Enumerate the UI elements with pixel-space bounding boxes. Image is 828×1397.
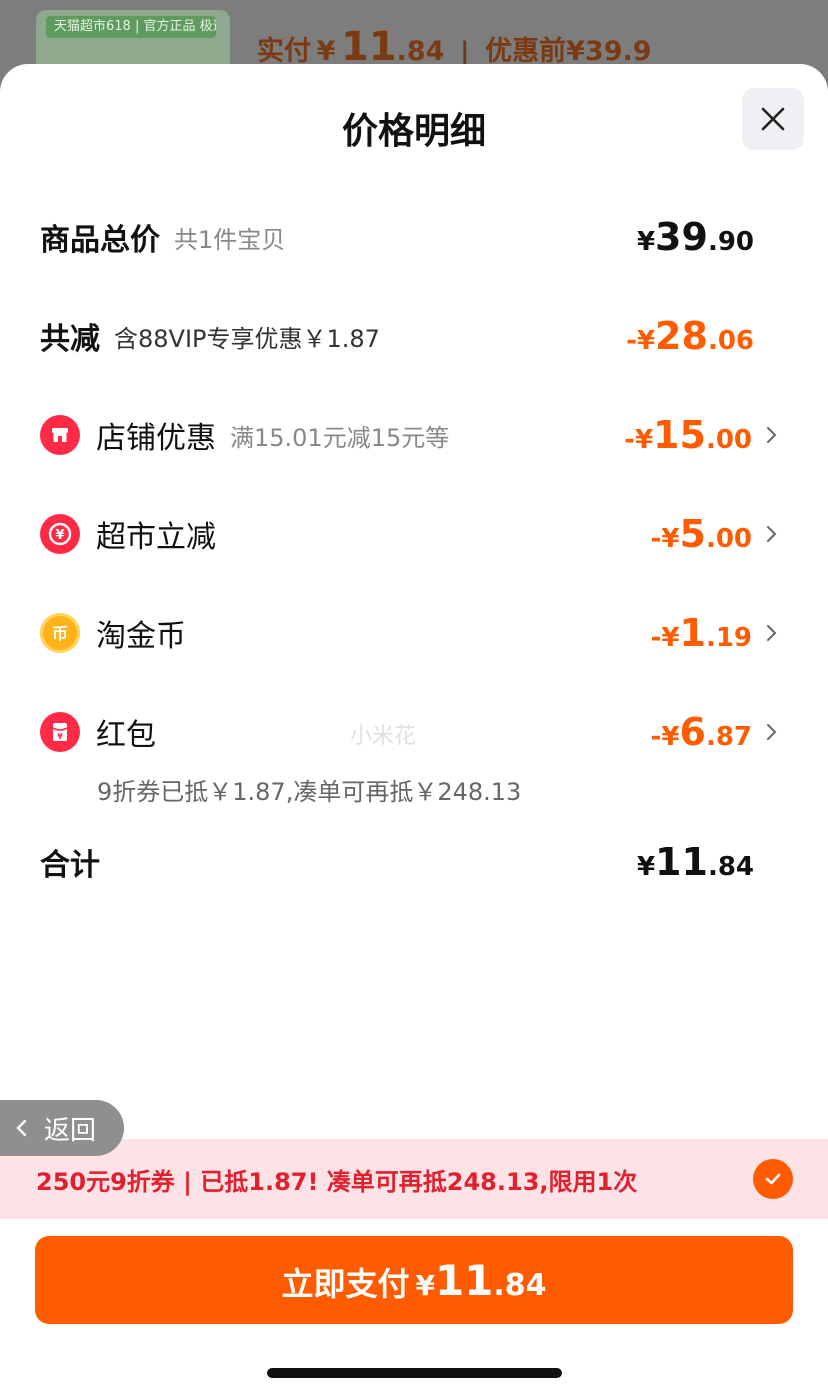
red-packet-label: 红包	[96, 718, 156, 753]
currency: ¥	[636, 227, 656, 257]
pay-int: 11	[434, 1256, 494, 1305]
currency: -¥	[626, 326, 656, 356]
currency: -¥	[650, 722, 680, 752]
coupon-checkbox[interactable]	[753, 1159, 793, 1199]
taojinbi-amount: -¥ 1.19	[651, 611, 752, 655]
store-icon	[40, 415, 80, 455]
coin-glyph: 币	[52, 624, 68, 643]
store-discount-label: 店铺优惠	[96, 421, 216, 456]
sheet-title: 价格明细	[341, 111, 486, 152]
original-price: 优惠前¥39.9	[485, 36, 652, 67]
store-discount-amount: -¥ 15.00	[624, 413, 752, 457]
price-separator: |	[460, 37, 470, 67]
supermarket-discount-label: 超市立减	[96, 520, 216, 555]
total-discount-label: 共减	[40, 322, 100, 357]
amount-dec: .00	[705, 524, 752, 554]
close-button[interactable]	[742, 88, 804, 150]
amount-int: 11	[655, 840, 708, 884]
red-packet-icon: ¥	[40, 712, 80, 752]
amount-int: 28	[655, 314, 708, 358]
vip-discount-note: 含88VIP专享优惠￥1.87	[114, 324, 380, 353]
home-indicator[interactable]	[267, 1368, 562, 1378]
coupon-text: 250元9折券 | 已抵1.87! 凑单可再抵248.13,限用1次	[36, 1167, 638, 1196]
currency: -¥	[650, 524, 680, 554]
store-icon-glyph	[52, 428, 68, 442]
currency: -¥	[650, 623, 680, 653]
store-discount-rule: 满15.01元减15元等	[230, 423, 450, 452]
red-packet-amount: -¥ 6.87	[651, 710, 752, 754]
pay-now-button[interactable]: 立即支付 ¥11.84	[35, 1236, 793, 1324]
currency: ¥	[636, 852, 656, 882]
paid-dec: .84	[396, 36, 445, 67]
pay-dec: .84	[493, 1268, 547, 1303]
total-discount-amount: -¥ 28.06	[626, 314, 754, 358]
taojinbi-label: 淘金币	[96, 619, 186, 654]
coin-icon: 币	[40, 613, 80, 653]
amount-int: 39	[655, 215, 708, 259]
amount-dec: .06	[707, 326, 754, 356]
back-button[interactable]: 返回	[0, 1100, 124, 1156]
row-total-discount: 共减 含88VIP专享优惠￥1.87 -¥ 28.06	[40, 306, 782, 366]
amount-dec: .84	[707, 852, 754, 882]
pay-label: 立即支付	[281, 1265, 410, 1303]
goods-count: 共1件宝贝	[174, 225, 286, 254]
thumbnail-banner: 天猫超市618 | 官方正品 极速送达	[46, 16, 216, 38]
red-packet-note: 9折券已抵￥1.87,凑单可再抵￥248.13	[97, 778, 522, 806]
chevron-left-icon	[16, 1119, 27, 1137]
chevron-right-icon	[767, 427, 777, 443]
amount-int: 5	[679, 512, 706, 556]
yuan-discount-glyph: ¥	[48, 522, 72, 546]
svg-text:¥: ¥	[57, 732, 63, 741]
chevron-right-icon	[767, 526, 777, 542]
red-packet-glyph: ¥	[52, 723, 68, 741]
chevron-right-icon	[767, 724, 777, 740]
pay-currency: ¥	[415, 1269, 435, 1302]
amount-dec: .19	[705, 623, 752, 653]
sum-label: 合计	[40, 848, 100, 883]
paid-currency: ¥	[316, 36, 336, 67]
row-sum: 合计 ¥11.84	[40, 832, 782, 892]
coupon-bar[interactable]: 250元9折券 | 已抵1.87! 凑单可再抵248.13,限用1次	[0, 1139, 828, 1219]
row-goods-total: 商品总价 共1件宝贝 ¥39.90	[40, 207, 782, 267]
sum-amount: ¥11.84	[637, 840, 754, 884]
amount-dec: .00	[705, 425, 752, 455]
chevron-right-icon	[767, 625, 777, 641]
row-taojinbi[interactable]: 币 淘金币 -¥ 1.19	[40, 603, 782, 663]
goods-total-label: 商品总价	[40, 223, 160, 258]
back-label: 返回	[44, 1115, 97, 1146]
goods-total-amount: ¥39.90	[637, 215, 754, 259]
check-icon	[765, 1173, 781, 1185]
row-red-packet[interactable]: ¥ 红包 -¥ 6.87	[40, 702, 782, 762]
close-icon	[761, 107, 785, 131]
svg-text:¥: ¥	[55, 528, 64, 543]
amount-int: 15	[653, 413, 706, 457]
svg-text:币: 币	[52, 624, 68, 643]
row-supermarket-discount[interactable]: ¥ 超市立减 -¥ 5.00	[40, 504, 782, 564]
amount-dec: .90	[707, 227, 754, 257]
currency: -¥	[624, 425, 654, 455]
row-store-discount[interactable]: 店铺优惠 满15.01元减15元等 -¥ 15.00	[40, 405, 782, 465]
supermarket-discount-amount: -¥ 5.00	[651, 512, 752, 556]
amount-dec: .87	[705, 722, 752, 752]
amount-int: 1	[679, 611, 706, 655]
paid-label: 实付	[257, 36, 311, 67]
amount-int: 6	[679, 710, 706, 754]
yuan-discount-icon: ¥	[40, 514, 80, 554]
